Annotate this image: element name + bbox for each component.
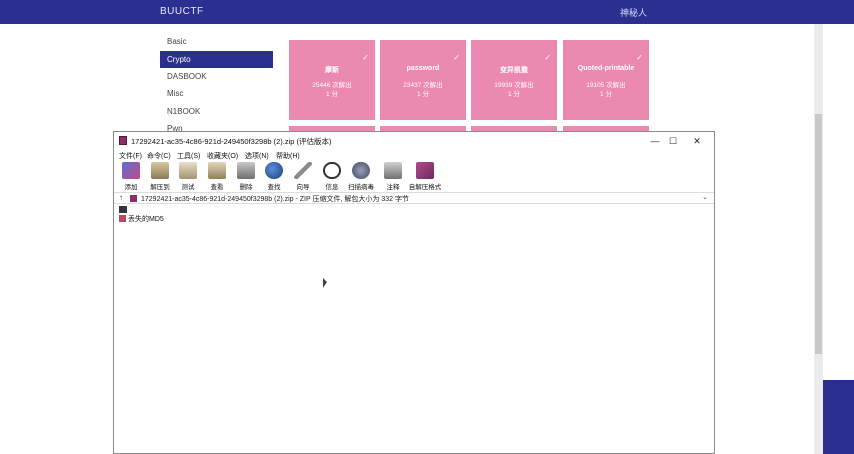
sfx-button[interactable]: 自解压格式: [408, 162, 442, 192]
category-n1book[interactable]: N1BOOK: [160, 103, 273, 120]
menu-commands[interactable]: 命令(C): [147, 151, 171, 161]
sfx-label: 自解压格式: [408, 184, 442, 191]
menu-options[interactable]: 选项(N): [245, 151, 269, 161]
toolbar: 添加 解压到 测试 查看 删除 查找 向导 信息 扫描病毒 注释 自解压格式: [114, 162, 714, 192]
extract-button[interactable]: 解压到: [146, 162, 174, 192]
category-basic[interactable]: Basic: [160, 33, 273, 50]
challenge-name: Quoted-printable: [577, 65, 635, 72]
add-button[interactable]: 添加: [117, 162, 145, 192]
address-bar[interactable]: ↑ 17292421-ac35-4c86-921d-249450f3298b (…: [114, 192, 714, 204]
challenge-points: 1 分: [417, 91, 429, 98]
challenge-name: 变异凯撒: [500, 67, 528, 74]
check-icon: ✓: [362, 53, 369, 62]
site-brand[interactable]: BUUCTF: [160, 6, 204, 17]
wizard-button[interactable]: 向导: [289, 162, 317, 192]
challenge-name: 摩斯: [325, 67, 339, 74]
delete-label: 删除: [239, 184, 253, 191]
wizard-icon: [294, 162, 312, 179]
title-bar[interactable]: 17292421-ac35-4c86-921d-249450f3298b (2)…: [114, 132, 714, 150]
challenge-name: password: [406, 65, 440, 72]
view-button[interactable]: 查看: [203, 162, 231, 192]
view-icon: [208, 162, 226, 179]
add-label: 添加: [124, 184, 138, 191]
up-arrow-icon[interactable]: ↑: [119, 193, 123, 202]
find-icon: [265, 162, 283, 179]
scan-virus-button[interactable]: 扫描病毒: [344, 162, 378, 192]
zip-file-icon: [130, 195, 137, 202]
info-icon: [323, 162, 341, 179]
scan-icon: [352, 162, 370, 179]
check-icon: ✓: [544, 53, 551, 62]
close-button[interactable]: ✕: [686, 134, 708, 148]
page-scrollbar[interactable]: [814, 24, 823, 454]
challenge-points: 1 分: [600, 91, 612, 98]
menu-favorites[interactable]: 收藏夹(O): [207, 151, 238, 161]
challenge-card[interactable]: ✓ Quoted-printable 19105 次解出 1 分: [563, 40, 649, 120]
category-misc[interactable]: Misc: [160, 85, 273, 102]
add-icon: [122, 162, 140, 179]
extract-label: 解压到: [150, 184, 170, 191]
challenge-points: 1 分: [508, 91, 520, 98]
challenge-card[interactable]: ✓ password 23437 次解出 1 分: [380, 40, 466, 120]
category-crypto[interactable]: Crypto: [160, 51, 273, 68]
test-button[interactable]: 测试: [174, 162, 202, 192]
check-icon: ✓: [636, 53, 643, 62]
mouse-cursor: [323, 278, 327, 288]
menu-bar: 文件(F) 命令(C) 工具(S) 收藏夹(O) 选项(N) 帮助(H): [114, 150, 714, 162]
maximize-button[interactable]: ☐: [662, 134, 684, 148]
test-label: 测试: [181, 184, 195, 191]
challenge-points: 1 分: [326, 91, 338, 98]
find-button[interactable]: 查找: [260, 162, 288, 192]
column-header[interactable]: [119, 206, 127, 213]
comment-icon: [384, 162, 402, 179]
delete-button[interactable]: 删除: [232, 162, 260, 192]
view-label: 查看: [210, 184, 224, 191]
challenge-card[interactable]: ✓ 变异凯撒 19939 次解出 1 分: [471, 40, 557, 120]
test-icon: [179, 162, 197, 179]
delete-icon: [237, 162, 255, 179]
comment-label: 注释: [386, 184, 400, 191]
check-icon: ✓: [453, 53, 460, 62]
info-label: 信息: [325, 184, 339, 191]
file-icon: [119, 215, 126, 222]
category-dasbook[interactable]: DASBOOK: [160, 68, 273, 85]
info-button[interactable]: 信息: [318, 162, 346, 192]
side-panel: [823, 380, 854, 454]
extract-icon: [151, 162, 169, 179]
file-name: 丢失的MD5: [128, 216, 164, 223]
sfx-icon: [416, 162, 434, 179]
find-label: 查找: [267, 184, 281, 191]
chevron-down-icon[interactable]: ⌄: [702, 193, 708, 201]
comment-button[interactable]: 注释: [379, 162, 407, 192]
archive-icon: [119, 136, 127, 145]
menu-help[interactable]: 帮助(H): [276, 151, 300, 161]
scan-label: 扫描病毒: [348, 184, 374, 191]
menu-file[interactable]: 文件(F): [119, 151, 142, 161]
user-menu[interactable]: 神秘人: [620, 6, 647, 19]
scrollbar-thumb[interactable]: [815, 114, 822, 354]
challenge-card[interactable]: ✓ 摩斯 25446 次解出 1 分: [289, 40, 375, 120]
wizard-label: 向导: [296, 184, 310, 191]
window-title: 17292421-ac35-4c86-921d-249450f3298b (2)…: [131, 137, 332, 146]
address-text: 17292421-ac35-4c86-921d-249450f3298b (2)…: [141, 196, 409, 203]
archive-window: 17292421-ac35-4c86-921d-249450f3298b (2)…: [113, 131, 715, 454]
menu-tools[interactable]: 工具(S): [177, 151, 200, 161]
top-navbar: BUUCTF 神秘人: [0, 0, 854, 24]
